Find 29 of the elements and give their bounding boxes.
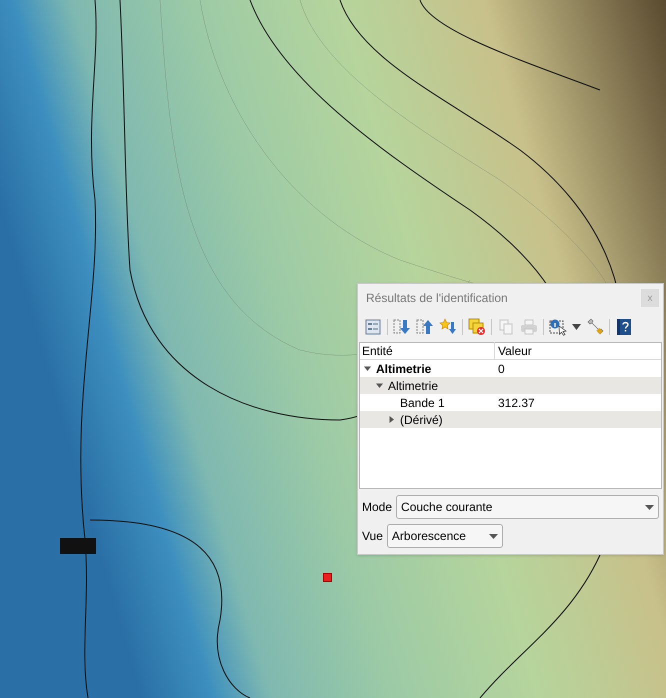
field-label: Mode [362,499,392,516]
dropdown-field[interactable]: Arborescence [386,524,503,548]
tree-item-label[interactable]: Bande 1 [400,394,445,412]
caret-icon [645,504,654,510]
expanded-arrow-icon[interactable] [364,365,371,372]
collapsed-arrow-icon[interactable] [388,416,395,423]
copy-icon [497,318,515,336]
column-header[interactable]: Valeur [495,342,532,360]
caret-icon[interactable] [572,324,581,330]
value-cell-text: 0 [497,360,505,378]
expanded-arrow-icon[interactable] [376,382,383,389]
field-label: Vue [362,528,383,545]
help-icon[interactable] [615,318,633,336]
tree-item-label[interactable]: (Dérivé) [400,410,443,428]
tree-item-label[interactable]: Altimetrie [388,376,438,394]
expand-tree-icon[interactable] [393,318,411,336]
print-icon [520,318,538,336]
location-marker [323,573,332,582]
star-arrow-icon[interactable] [439,318,457,336]
collapse-tree-icon[interactable] [416,318,434,336]
wrench-icon[interactable] [586,318,604,336]
caret-icon [488,534,498,538]
tree-item-label[interactable]: Altimetrie [376,360,432,378]
form-view-icon[interactable] [364,318,382,336]
clear-results-icon[interactable] [468,318,486,336]
value-cell-text: 312.37 [497,394,535,412]
identify-selection-icon[interactable] [549,318,567,336]
dropdown-field[interactable]: Couche courante [396,495,659,519]
panel-title: Résultats de l'identification [366,290,508,307]
